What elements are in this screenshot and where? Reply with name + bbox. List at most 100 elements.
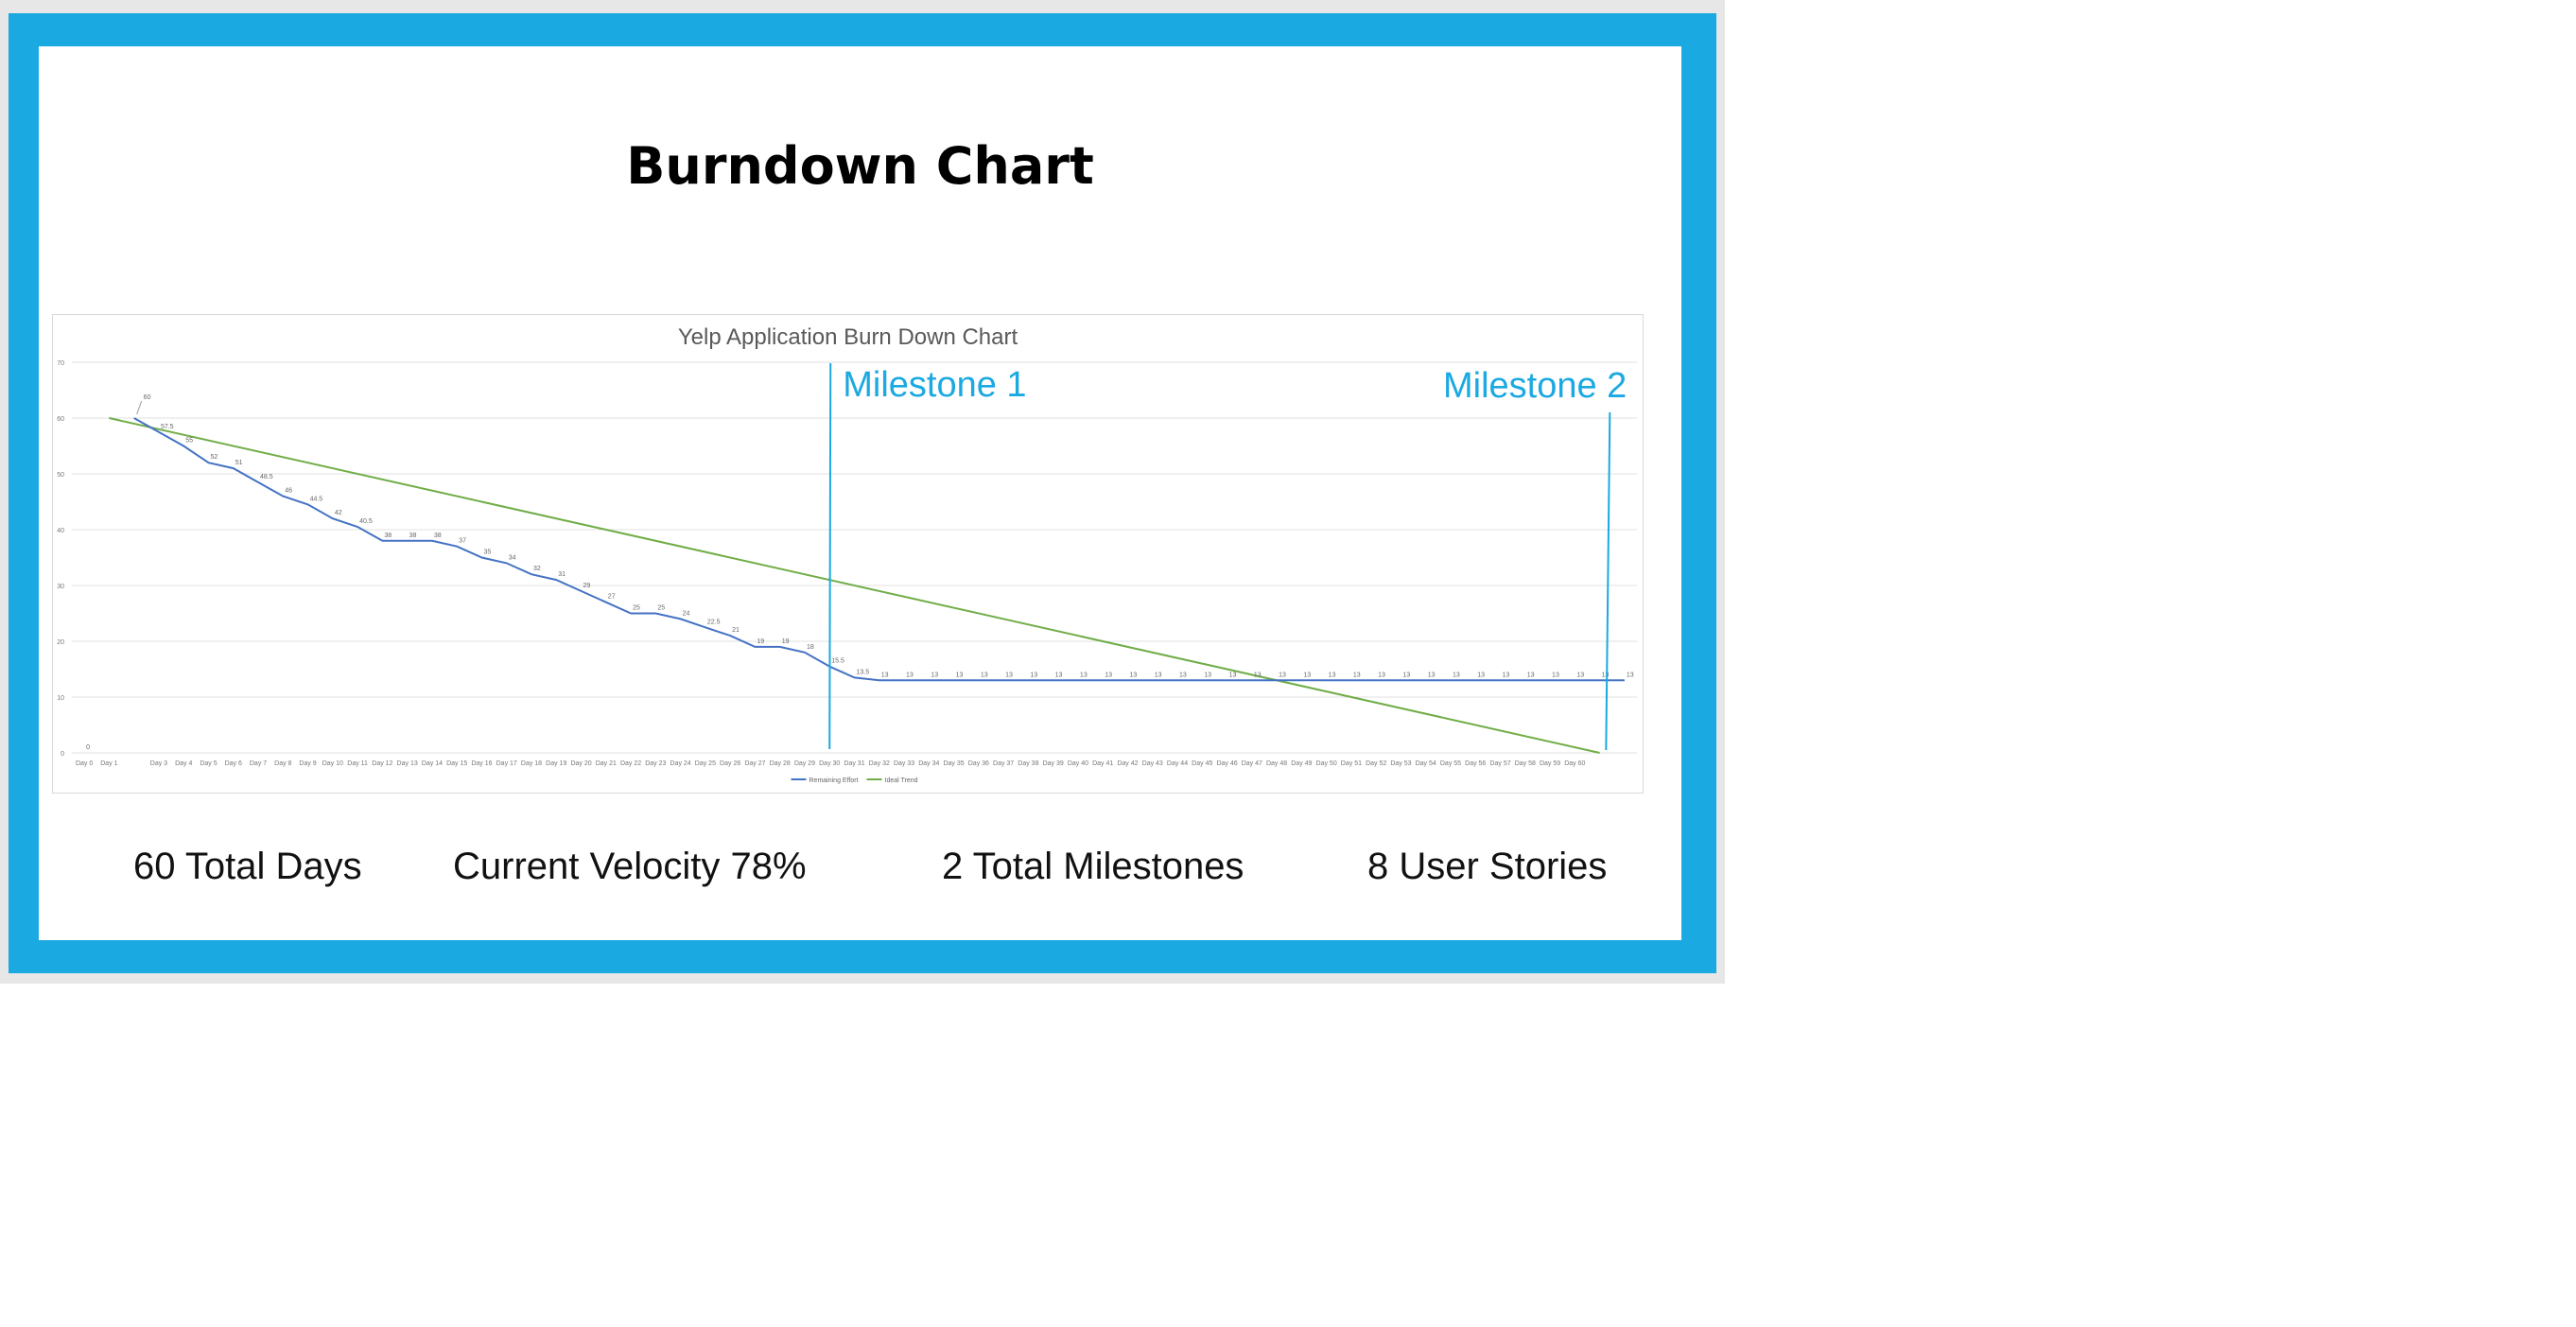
- data-label: 13: [906, 672, 914, 678]
- stats-row: 60 Total Days Current Velocity 78% 2 Tot…: [39, 846, 1681, 902]
- x-tick-label: Day 4: [175, 760, 192, 767]
- data-label: 13: [1602, 672, 1610, 678]
- y-tick-label: 40: [57, 528, 64, 534]
- user-stories-stat: 8 User Stories: [1367, 846, 1608, 887]
- data-label: 13: [1453, 672, 1460, 678]
- milestone-label: Milestone 2: [1443, 366, 1627, 406]
- x-tick-label: Day 34: [918, 760, 939, 767]
- data-label: 37: [459, 538, 466, 545]
- x-tick-label: Day 38: [1018, 760, 1038, 767]
- x-tick-label: Day 55: [1440, 760, 1461, 767]
- data-label: 13: [981, 672, 988, 678]
- x-tick-label: Day 12: [372, 760, 392, 767]
- data-label: 48.5: [260, 474, 273, 480]
- data-label: 13: [1179, 672, 1187, 678]
- data-label: 51: [235, 460, 243, 466]
- x-tick-label: Day 54: [1416, 760, 1436, 767]
- data-label: 13: [1552, 672, 1559, 678]
- data-label: 13: [881, 672, 889, 678]
- data-label: 13.5: [857, 669, 870, 675]
- data-label: 13: [1428, 672, 1436, 678]
- data-label: 21: [732, 627, 740, 634]
- legend-label: Ideal Trend: [885, 777, 918, 784]
- data-label: 22.5: [707, 619, 721, 625]
- x-tick-label: Day 39: [1043, 760, 1064, 767]
- data-label: 13: [1627, 672, 1634, 678]
- burndown-chart[interactable]: Yelp Application Burn Down Chart 0 10 20 30 4…: [52, 314, 1644, 794]
- x-tick-label: Day 16: [471, 760, 492, 767]
- data-label-leader: [136, 400, 143, 415]
- milestone-label: Milestone 1: [843, 365, 1026, 405]
- data-label: 15.5: [831, 658, 844, 665]
- x-tick-label: Day 19: [546, 760, 566, 767]
- data-label: 34: [509, 554, 516, 561]
- x-tick-label: Day 53: [1390, 760, 1411, 767]
- chart-svg: Yelp Application Burn Down Chart 0 10 20 30 4…: [57, 324, 1637, 784]
- y-tick-label: 50: [57, 472, 64, 479]
- chart-title: Yelp Application Burn Down Chart: [678, 324, 1018, 350]
- x-tick-label: Day 27: [744, 760, 765, 767]
- milestones-stat: 2 Total Milestones: [942, 846, 1244, 887]
- data-label: 13: [1576, 672, 1584, 678]
- x-tick-label: Day 37: [993, 760, 1014, 767]
- x-tick-label: Day 8: [274, 760, 291, 767]
- x-tick-label: Day 3: [150, 760, 167, 767]
- data-label: 35: [483, 550, 491, 556]
- data-label: 55: [185, 438, 193, 445]
- data-label: 24: [683, 610, 690, 617]
- data-label: 13: [1503, 672, 1510, 678]
- x-tick-label: Day 36: [968, 760, 989, 767]
- data-label: 13: [1155, 672, 1162, 678]
- legend-label: Remaining Effort: [809, 777, 859, 784]
- x-tick-label: Day 20: [570, 760, 591, 767]
- data-label: 13: [1105, 672, 1112, 678]
- data-label: 13: [1353, 672, 1361, 678]
- data-label: 19: [757, 638, 764, 645]
- data-label: 13: [1055, 672, 1063, 678]
- y-tick-label: 10: [57, 695, 64, 702]
- x-tick-label: Day 33: [894, 760, 914, 767]
- data-label: 13: [931, 672, 938, 678]
- data-label: 44.5: [310, 496, 323, 502]
- data-label: 13: [1527, 672, 1535, 678]
- data-label: 13: [1254, 672, 1262, 678]
- x-tick-label: Day 50: [1316, 760, 1337, 767]
- x-tick-label: Day 17: [496, 760, 517, 767]
- y-tick-label: 30: [57, 584, 64, 590]
- data-label: 13: [1329, 672, 1336, 678]
- x-tick-label: Day 28: [770, 760, 791, 767]
- x-tick-label: Day 23: [645, 760, 666, 767]
- data-label: 57.5: [161, 424, 174, 430]
- x-tick-label: Day 22: [620, 760, 641, 767]
- slide-frame: Burndown Chart Yelp Application Burn Dow…: [9, 13, 1716, 973]
- milestone-line: [1605, 411, 1611, 751]
- total-days-stat: 60 Total Days: [133, 846, 362, 887]
- data-label: 13: [1477, 672, 1485, 678]
- velocity-stat: Current Velocity 78%: [453, 846, 807, 887]
- x-tick-label: Day 60: [1564, 760, 1585, 767]
- slide-canvas[interactable]: Burndown Chart Yelp Application Burn Dow…: [39, 46, 1681, 940]
- data-label: 29: [583, 583, 591, 589]
- data-label: 46: [285, 488, 292, 495]
- data-label: 13: [1402, 672, 1410, 678]
- data-label: 0: [86, 744, 90, 751]
- x-tick-label: Day 6: [225, 760, 242, 767]
- data-label: 60: [144, 394, 151, 401]
- data-label: 13: [1378, 672, 1385, 678]
- x-tick-label: Day 13: [397, 760, 418, 767]
- y-tick-label: 60: [57, 416, 64, 423]
- x-tick-label: Day 0: [76, 760, 93, 767]
- x-tick-label: Day 7: [250, 760, 267, 767]
- x-tick-label: Day 52: [1366, 760, 1386, 767]
- x-tick-label: Day 35: [943, 760, 964, 767]
- data-label: 13: [1080, 672, 1088, 678]
- x-tick-label: Day 1: [100, 760, 117, 767]
- data-label: 38: [434, 533, 442, 539]
- x-tick-label: Day 29: [794, 760, 815, 767]
- x-tick-label: Day 40: [1068, 760, 1088, 767]
- data-label: 13: [1204, 672, 1211, 678]
- x-tick-label: Day 31: [844, 760, 864, 767]
- x-tick-label: Day 59: [1540, 760, 1560, 767]
- data-label: 13: [1030, 672, 1037, 678]
- x-tick-label: Day 41: [1092, 760, 1113, 767]
